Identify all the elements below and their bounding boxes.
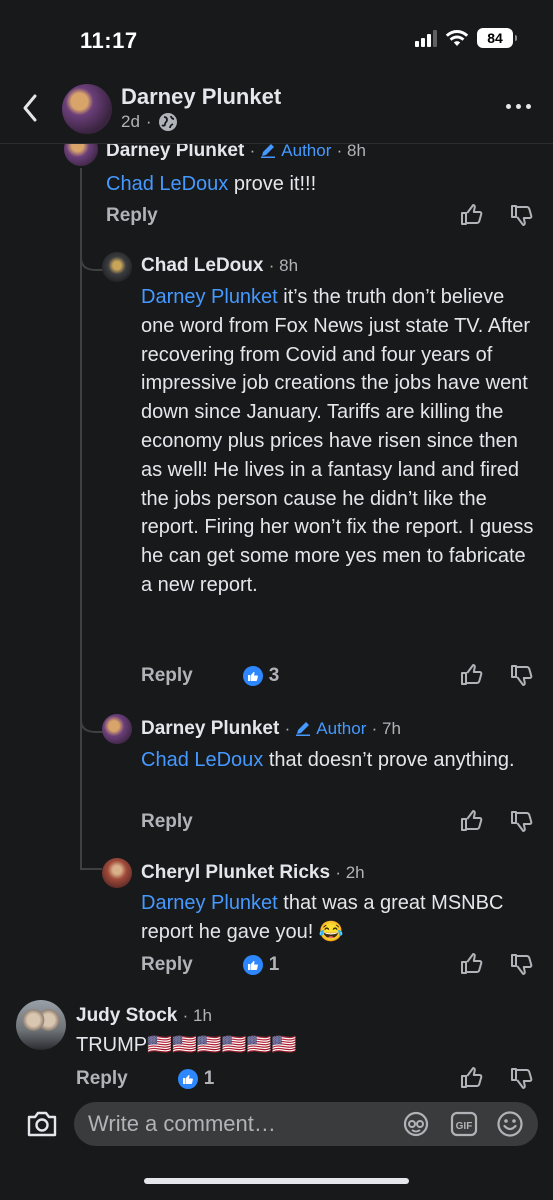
comment-author-name: Judy Stock [76, 1005, 178, 1026]
comment-author[interactable]: Cheryl Plunket Ricks · 2h [141, 862, 365, 884]
comment-actions: Reply [106, 205, 158, 227]
mention-link[interactable]: Chad LeDoux [141, 749, 263, 771]
reply-button[interactable]: Reply [76, 1068, 128, 1090]
post-author-name[interactable]: Darney Plunket [121, 84, 281, 110]
downvote-icon[interactable] [509, 1065, 535, 1091]
emoji-icon[interactable] [496, 1110, 524, 1138]
home-indicator[interactable] [144, 1178, 409, 1184]
comment-text: Darney Plunket it’s the truth don’t beli… [141, 286, 534, 596]
comment-actions: Reply 3 [141, 665, 279, 687]
battery-icon: 84 [477, 28, 517, 48]
comment-actions: Reply [141, 811, 193, 833]
comment-text: Darney Plunket that was a great MSNBC re… [141, 892, 504, 943]
reply-button[interactable]: Reply [106, 205, 158, 227]
upvote-icon[interactable] [459, 662, 485, 688]
post-age: 2d [121, 112, 140, 131]
comment-text: Chad LeDoux prove it!!! [106, 173, 317, 195]
post-header: Darney Plunket 2d · [0, 76, 553, 144]
author-avatar[interactable] [62, 84, 112, 134]
comment-text: TRUMP🇺🇸🇺🇸🇺🇸🇺🇸🇺🇸🇺🇸 [76, 1034, 297, 1056]
mention-link[interactable]: Darney Plunket [141, 892, 278, 914]
like-reaction-icon [242, 955, 263, 975]
gif-icon[interactable]: GIF [450, 1110, 478, 1138]
commenter-avatar[interactable] [102, 252, 132, 282]
pencil-icon [261, 144, 275, 158]
downvote-icon[interactable] [509, 662, 535, 688]
mention-link[interactable]: Chad LeDoux [106, 173, 228, 195]
downvote-icon[interactable] [509, 808, 535, 834]
like-count: 3 [242, 665, 279, 687]
comment-actions: Reply 1 [76, 1068, 214, 1090]
author-label: Author [316, 719, 367, 738]
status-time: 11:17 [80, 28, 138, 53]
upvote-icon[interactable] [459, 808, 485, 834]
like-count: 1 [242, 954, 279, 976]
more-dot-icon [516, 104, 521, 109]
commenter-avatar[interactable] [16, 1000, 66, 1050]
upvote-icon[interactable] [459, 951, 485, 977]
dot-separator: · [145, 112, 152, 131]
reply-button[interactable]: Reply [141, 665, 193, 687]
pencil-icon [296, 722, 310, 736]
comment-age: 8h [279, 256, 299, 275]
upvote-icon[interactable] [459, 1065, 485, 1091]
thread-line-branch [80, 868, 102, 870]
comment-actions: Reply 1 [141, 954, 279, 976]
reply-button[interactable]: Reply [141, 954, 193, 976]
upvote-icon[interactable] [459, 202, 485, 228]
like-reaction-icon [242, 666, 263, 686]
comment-author[interactable]: Darney Plunket · Author · 7h [141, 718, 401, 740]
comment-age: 1h [193, 1006, 212, 1025]
avatar-sticker-icon[interactable] [402, 1110, 430, 1138]
mention-link[interactable]: Darney Plunket [141, 286, 278, 308]
downvote-icon[interactable] [509, 202, 535, 228]
reply-button[interactable]: Reply [141, 811, 193, 833]
commenter-avatar[interactable] [102, 858, 132, 888]
comment-input[interactable] [88, 1102, 388, 1146]
cellular-signal-icon [415, 29, 437, 47]
more-options-button[interactable] [506, 104, 531, 109]
status-icons: 84 [415, 28, 517, 48]
comment-author-name: Chad LeDoux [141, 255, 264, 276]
camera-icon[interactable] [26, 1110, 58, 1138]
comment-author[interactable]: Chad LeDoux · 8h [141, 255, 298, 277]
comment-text: Chad LeDoux that doesn’t prove anything. [141, 749, 515, 771]
comment-age: 2h [345, 863, 365, 882]
comment-author-name: Darney Plunket [141, 718, 280, 739]
svg-text:GIF: GIF [456, 1121, 473, 1132]
comment-author[interactable]: Judy Stock · 1h [76, 1005, 212, 1027]
more-dot-icon [506, 104, 511, 109]
commenter-avatar[interactable] [102, 714, 132, 744]
comment-author-name: Cheryl Plunket Ricks [141, 862, 331, 883]
like-count: 1 [177, 1068, 214, 1090]
comment-input-container[interactable]: GIF [74, 1102, 538, 1146]
back-chevron-icon[interactable] [20, 92, 40, 124]
globe-icon [158, 113, 177, 131]
downvote-icon[interactable] [509, 951, 535, 977]
comment-composer: GIF [0, 1096, 553, 1200]
like-reaction-icon [177, 1069, 198, 1089]
status-bar: 11:17 84 [0, 0, 553, 76]
more-dot-icon [526, 104, 531, 109]
comment-age: 7h [382, 719, 401, 738]
post-meta: 2d · [121, 112, 178, 132]
wifi-icon [445, 30, 469, 46]
